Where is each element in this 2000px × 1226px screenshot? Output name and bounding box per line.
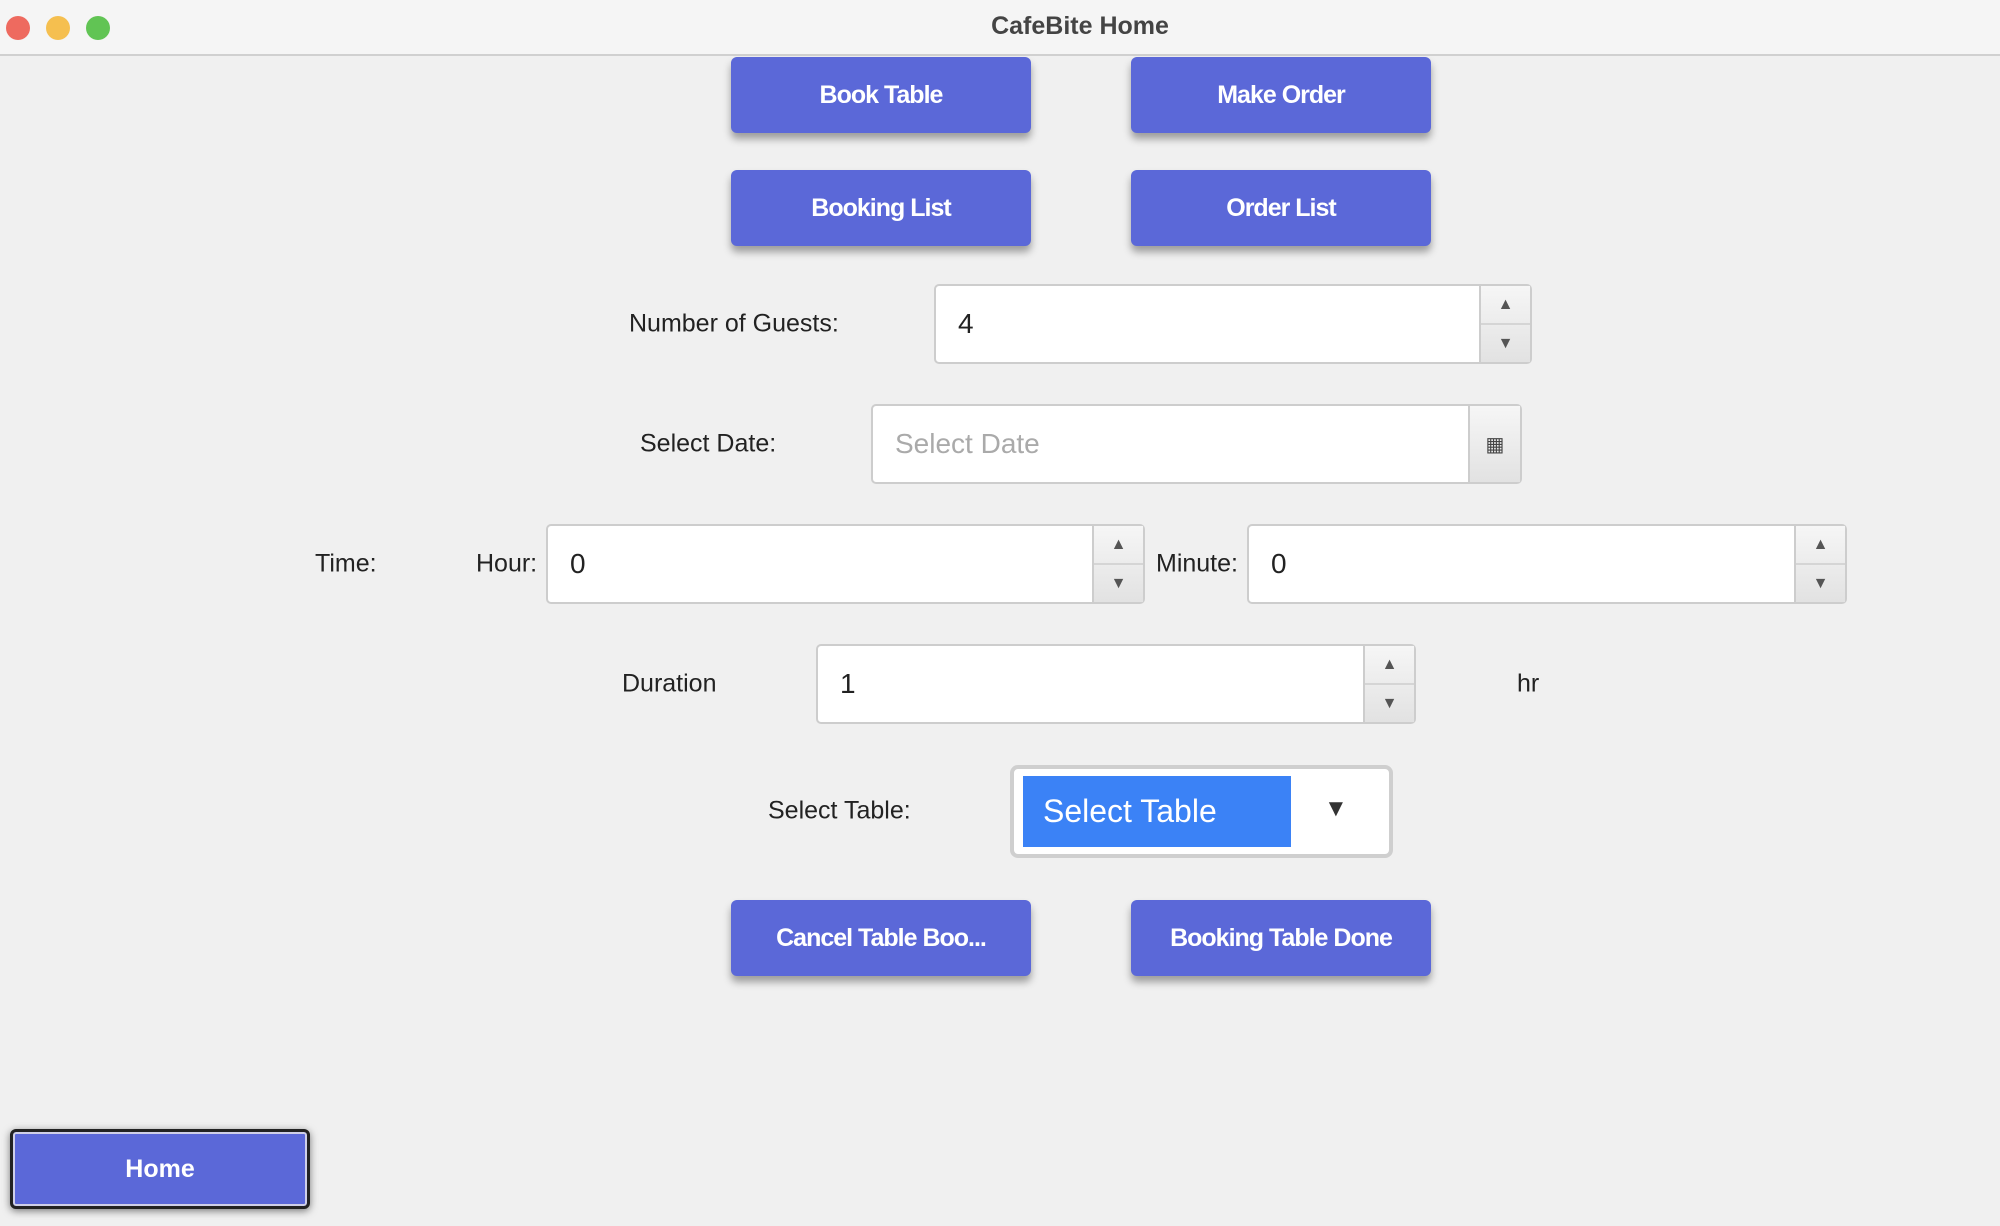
decrement-icon[interactable]: ▼	[1094, 565, 1143, 602]
make-order-button[interactable]: Make Order	[1131, 57, 1431, 133]
increment-icon[interactable]: ▲	[1365, 646, 1414, 685]
duration-spinner[interactable]: 1 ▲ ▼	[816, 644, 1416, 724]
guests-label: Number of Guests:	[629, 309, 839, 338]
booking-list-button[interactable]: Booking List	[731, 170, 1031, 246]
calendar-icon[interactable]: ▦	[1470, 406, 1520, 482]
decrement-icon[interactable]: ▼	[1796, 565, 1845, 602]
cancel-booking-button[interactable]: Cancel Table Boo...	[731, 900, 1031, 976]
book-table-button[interactable]: Book Table	[731, 57, 1031, 133]
date-label: Select Date:	[640, 429, 777, 458]
booking-done-button[interactable]: Booking Table Done	[1131, 900, 1431, 976]
minute-spinner[interactable]: 0 ▲ ▼	[1247, 524, 1847, 604]
table-select-value[interactable]: Select Table	[1023, 776, 1291, 847]
home-button[interactable]: Home	[10, 1129, 310, 1209]
window-title: CafeBite Home	[991, 12, 1169, 40]
chevron-down-icon[interactable]: ▼	[1324, 795, 1348, 823]
guests-spinner[interactable]: 4 ▲ ▼	[934, 284, 1532, 364]
decrement-icon[interactable]: ▼	[1365, 685, 1414, 722]
time-label: Time:	[315, 549, 377, 578]
duration-unit: hr	[1517, 669, 1540, 698]
increment-icon[interactable]: ▲	[1481, 286, 1530, 325]
table-label: Select Table:	[768, 796, 911, 825]
guests-value[interactable]: 4	[958, 308, 974, 340]
title-bar: CafeBite Home	[0, 0, 2000, 56]
duration-label: Duration	[622, 669, 717, 698]
hour-value[interactable]: 0	[570, 548, 586, 580]
minute-value[interactable]: 0	[1271, 548, 1287, 580]
order-list-button[interactable]: Order List	[1131, 170, 1431, 246]
hour-spinner[interactable]: 0 ▲ ▼	[546, 524, 1145, 604]
minute-label: Minute:	[1156, 549, 1238, 578]
table-select[interactable]: Select Table ▼	[1010, 765, 1393, 858]
increment-icon[interactable]: ▲	[1094, 526, 1143, 565]
duration-value[interactable]: 1	[840, 668, 856, 700]
decrement-icon[interactable]: ▼	[1481, 325, 1530, 362]
date-picker[interactable]: Select Date ▦	[871, 404, 1522, 484]
increment-icon[interactable]: ▲	[1796, 526, 1845, 565]
hour-label: Hour:	[476, 549, 538, 578]
date-input[interactable]: Select Date	[895, 428, 1040, 460]
